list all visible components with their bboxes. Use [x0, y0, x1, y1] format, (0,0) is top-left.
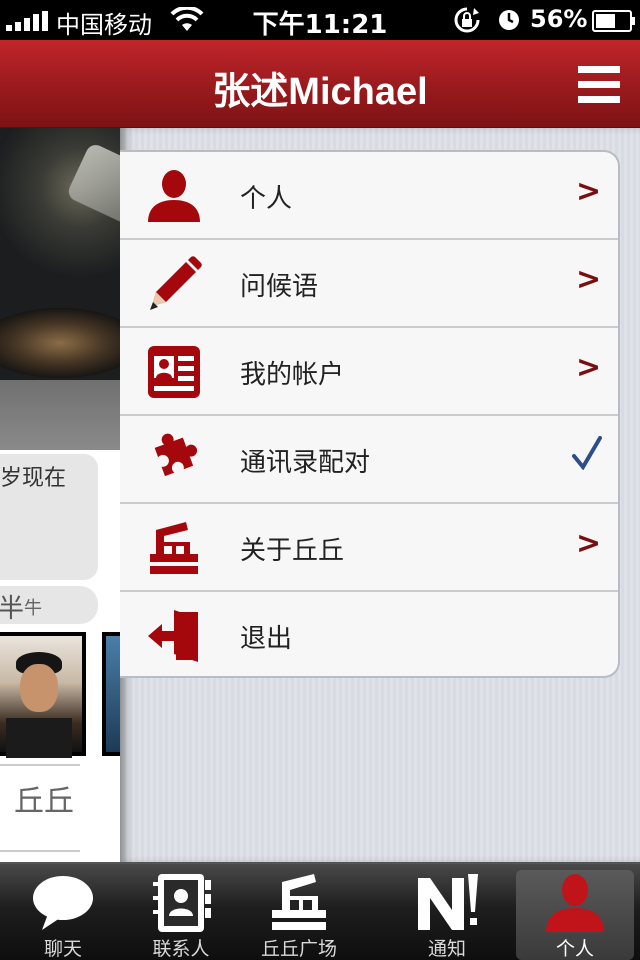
contacts-book-icon	[153, 874, 211, 932]
alarm-icon	[499, 10, 519, 30]
tab-bar: 聊天 联系人 丘丘广场 通知 个人	[0, 862, 640, 960]
menu-item-logout[interactable]: 退出	[120, 592, 618, 676]
notification-icon	[418, 874, 478, 930]
person-icon	[546, 874, 604, 932]
page-title: 张述Michael	[212, 71, 428, 113]
photo-thumbnail[interactable]	[102, 632, 120, 756]
side-menu: 个人 > 问候语 > 我的帐户 > 通讯录配对 关于丘丘 > 退出	[120, 128, 640, 862]
status-bubble-text: 岁现在	[0, 466, 67, 491]
tab-label: 聊天	[43, 938, 82, 960]
divider	[0, 850, 80, 852]
menu-item-label: 关于丘丘	[240, 536, 345, 566]
tab-qiuqiu-plaza[interactable]: 丘丘广场	[240, 864, 358, 960]
photo-thumbnail[interactable]	[0, 632, 86, 758]
tab-chat[interactable]: 聊天	[4, 864, 122, 960]
tab-notifications[interactable]: 通知	[388, 864, 506, 960]
tab-personal[interactable]: 个人	[516, 870, 634, 960]
menu-item-account[interactable]: 我的帐户 >	[120, 328, 618, 416]
chevron-right-icon: >	[576, 262, 602, 297]
chevron-right-icon: >	[576, 350, 602, 385]
tab-label: 通知	[427, 938, 466, 960]
profile-panel-peek[interactable]: 岁现在 半 牛 丘丘	[0, 128, 120, 862]
tab-label: 丘丘广场	[260, 938, 337, 960]
cover-photo	[0, 128, 120, 380]
menu-item-label: 通讯录配对	[240, 448, 371, 478]
exit-icon	[148, 610, 198, 662]
menu-item-contact-match[interactable]: 通讯录配对	[120, 416, 618, 504]
menu-item-label: 问候语	[240, 272, 319, 302]
zodiac-icon: 半	[0, 594, 25, 624]
divider	[0, 764, 80, 766]
nav-bar: 张述Michael	[0, 40, 640, 128]
zodiac-tag-text: 牛	[24, 598, 42, 619]
status-bar: 中国移动 下午11:21 56%	[0, 0, 640, 40]
tab-label: 个人	[555, 938, 594, 960]
menu-item-label: 退出	[240, 624, 293, 654]
menu-card: 个人 > 问候语 > 我的帐户 > 通讯录配对 关于丘丘 > 退出	[120, 150, 620, 678]
hamburger-menu-icon[interactable]	[578, 66, 620, 104]
qiuqiu-logo-icon	[150, 522, 198, 574]
person-icon	[148, 170, 200, 222]
menu-item-greeting[interactable]: 问候语 >	[120, 240, 618, 328]
puzzle-icon	[154, 433, 198, 477]
battery-percent: 56%	[530, 5, 588, 33]
id-card-icon	[148, 346, 200, 398]
chat-bubble-icon	[33, 876, 93, 930]
menu-item-label: 我的帐户	[240, 360, 345, 390]
menu-item-label: 个人	[240, 184, 293, 214]
checkmark-icon	[572, 436, 602, 470]
section-label: 丘丘	[14, 784, 74, 819]
chevron-right-icon: >	[576, 526, 602, 561]
pencil-icon	[150, 256, 202, 310]
zodiac-tag: 半 牛	[0, 586, 98, 624]
rotation-lock-icon	[454, 7, 480, 33]
cover-photo-band	[0, 380, 120, 450]
chevron-right-icon: >	[576, 174, 602, 209]
tab-contacts[interactable]: 联系人	[122, 864, 240, 960]
qiuqiu-plaza-icon	[272, 874, 326, 930]
tab-label: 联系人	[152, 938, 210, 960]
status-bubble: 岁现在	[0, 454, 98, 580]
battery-icon	[592, 10, 635, 32]
menu-item-personal[interactable]: 个人 >	[120, 152, 618, 240]
menu-item-about[interactable]: 关于丘丘 >	[120, 504, 618, 592]
